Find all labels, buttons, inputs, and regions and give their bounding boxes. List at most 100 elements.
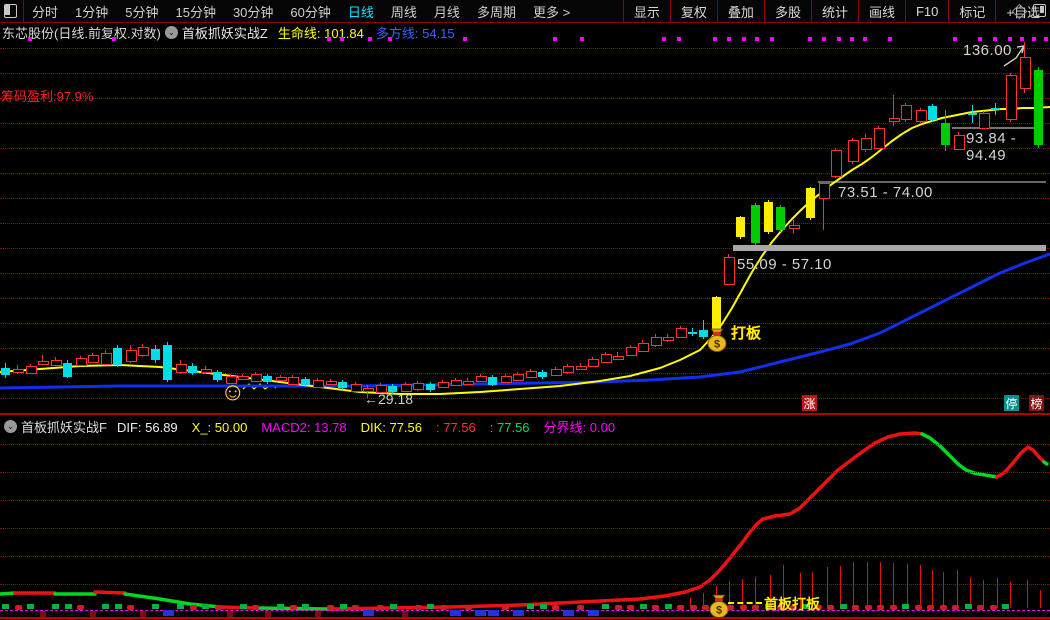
- badge-ting[interactable]: 停: [1004, 395, 1019, 411]
- smiley-face-icon: ☺: [220, 378, 246, 406]
- candle: [301, 378, 310, 386]
- dik-curve-segment: [920, 432, 999, 479]
- baseline-mark-r: [927, 605, 934, 610]
- candle: [113, 347, 122, 366]
- baseline-mark-r: [889, 605, 897, 610]
- baseline-mark-g: [539, 604, 547, 609]
- chip-profit-label: 筹码盈利:97.9%: [1, 89, 94, 104]
- candle: [501, 375, 512, 383]
- baseline-mark-b: [587, 610, 599, 616]
- baseline-mark-r: [614, 605, 622, 610]
- volume-spike: [880, 562, 881, 608]
- baseline-mark-g: [52, 604, 59, 609]
- candle: [326, 380, 337, 385]
- candle: [968, 112, 977, 115]
- candle: [991, 107, 1000, 110]
- volume-spike: [920, 565, 921, 608]
- baseline-mark-r: [739, 605, 747, 610]
- candle: [831, 149, 842, 177]
- baseline-mark-r: [502, 605, 509, 610]
- candle: [1020, 57, 1031, 90]
- candle: [138, 346, 149, 357]
- candle: [979, 112, 990, 129]
- volume-spike: [957, 570, 958, 608]
- volume-spike: [932, 570, 933, 608]
- baseline-mark-b: [450, 610, 461, 616]
- shouban-daban-label: 首板打板: [764, 596, 820, 612]
- baseline-mark-b: [487, 610, 499, 616]
- zone3-thick-bar: [733, 245, 1046, 251]
- candle: [806, 188, 815, 218]
- svg-text:$: $: [714, 339, 720, 351]
- candle: [1006, 74, 1017, 121]
- candle: [764, 201, 773, 232]
- baseline-mark-g: [389, 604, 397, 609]
- baseline-mark-r: [977, 605, 984, 610]
- gridline: [0, 444, 1050, 445]
- dashed-connector: [728, 602, 762, 604]
- candle: [889, 118, 900, 123]
- candle: [76, 357, 87, 366]
- baseline-mark-r: [652, 605, 659, 610]
- indicator2-collapse-icon[interactable]: ⌄: [4, 419, 17, 433]
- baseline-mark-r: [439, 605, 447, 610]
- candle: [263, 375, 272, 383]
- candle: [176, 363, 187, 374]
- baseline-mark-g: [339, 604, 347, 609]
- baseline-mark-r: [864, 605, 872, 610]
- candle: [901, 105, 912, 121]
- baseline-mark-g: [277, 604, 284, 609]
- baseline-mark-r: [214, 605, 222, 610]
- trading-terminal: 分时 1分钟 5分钟 15分钟 30分钟 60分钟 日线 周线 月线 多周期 更多 > 显示 复权 叠加…: [0, 0, 1050, 620]
- candle: [51, 359, 62, 366]
- candle: [313, 380, 324, 388]
- candle: [488, 377, 497, 386]
- candle: [476, 375, 487, 383]
- baseline-mark-r: [989, 605, 997, 610]
- volume-spike: [1040, 590, 1041, 608]
- candle: [188, 365, 197, 373]
- baseline-mark-g: [602, 604, 609, 609]
- chart-lines-layer: [0, 45, 1050, 611]
- baseline-mark-r: [77, 605, 84, 610]
- dik-curve-segment: [218, 605, 257, 610]
- candle: [848, 140, 859, 162]
- baseline-mark-g: [202, 604, 209, 609]
- badge-bang[interactable]: 榜: [1029, 395, 1044, 411]
- candle: [151, 348, 160, 361]
- daban-label: 打板: [731, 325, 762, 342]
- candle: [201, 369, 212, 374]
- baseline-mark-g: [152, 604, 159, 609]
- baseline-mark-r: [289, 605, 297, 610]
- indicator-header: ⌄ 首板抓妖实战F DIF: 56.89 X_: 50.00 MACD2: 13.7…: [0, 415, 1050, 437]
- volume-spike: [893, 563, 894, 608]
- candle: [751, 205, 760, 244]
- baseline-mark-b: [475, 610, 486, 616]
- candle: [463, 380, 474, 385]
- dik-curve-segment: [93, 590, 127, 595]
- baseline-mark-g: [427, 604, 434, 609]
- baseline-mark-g: [2, 604, 9, 609]
- candle: [601, 354, 612, 364]
- baseline-mark-r: [14, 605, 22, 610]
- volume-spike: [943, 572, 944, 608]
- baseline-mark-b: [512, 610, 524, 616]
- baseline-mark-r: [327, 605, 334, 610]
- baseline-mark-r: [627, 605, 634, 610]
- volume-spike: [1027, 580, 1028, 608]
- indicator-field: DIF: 56.89: [116, 419, 178, 435]
- baseline-mark-g: [527, 604, 534, 609]
- indicator-field: : 77.56: [436, 419, 476, 435]
- candle: [338, 382, 347, 389]
- baseline-mark-b: [362, 610, 374, 616]
- candle: [626, 347, 637, 356]
- candle: [88, 355, 99, 364]
- dik-curve-segment: [0, 591, 17, 596]
- money-bag-icon-bottom: $: [709, 594, 729, 618]
- badge-zhang[interactable]: 涨: [802, 395, 817, 411]
- candle: [413, 383, 424, 391]
- duofang-line: [0, 252, 1050, 390]
- dik-curve-segment: [1042, 460, 1049, 466]
- baseline-mark-r: [827, 605, 834, 610]
- baseline-mark-g: [664, 604, 672, 609]
